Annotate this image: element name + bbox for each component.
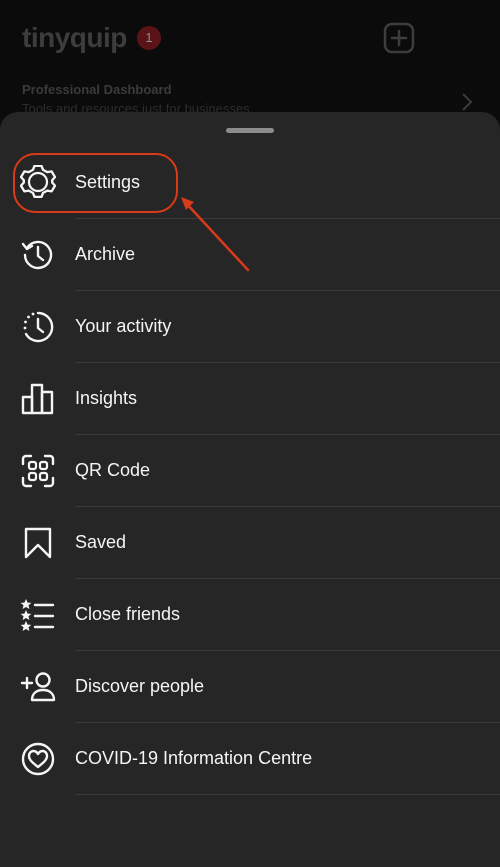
notification-badge[interactable]: 1 xyxy=(137,26,161,50)
menu-item-saved[interactable]: Saved xyxy=(0,507,500,579)
settings-highlight-outline xyxy=(13,153,178,213)
menu-item-insights[interactable]: Insights xyxy=(0,363,500,435)
menu-item-discover-people[interactable]: Discover people xyxy=(0,651,500,723)
screen: tinyquip 1 Professional Dashboard Tools … xyxy=(0,0,500,867)
menu-item-label: COVID-19 Information Centre xyxy=(75,748,313,768)
chevron-right-icon xyxy=(462,93,473,111)
menu-item-label: QR Code xyxy=(75,460,151,480)
menu-item-label: Insights xyxy=(75,388,138,408)
menu-item-covid-19-information-centre[interactable]: COVID-19 Information Centre xyxy=(0,723,500,795)
professional-dashboard-link[interactable]: Professional Dashboard Tools and resourc… xyxy=(22,82,462,116)
menu-item-qr-code[interactable]: QR Code xyxy=(0,435,500,507)
annotation-arrow-icon xyxy=(181,197,250,272)
professional-dashboard-title: Professional Dashboard xyxy=(22,82,172,97)
hamburger-menu-icon[interactable] xyxy=(447,35,500,67)
qr-code-icon xyxy=(21,454,55,488)
menu-item-label: Discover people xyxy=(75,676,205,696)
menu-item-label: Close friends xyxy=(75,604,181,624)
menu-item-label: Saved xyxy=(75,532,127,552)
archive-clock-icon xyxy=(21,240,53,270)
menu-item-close-friends[interactable]: Close friends xyxy=(0,579,500,651)
heart-circle-icon xyxy=(21,742,55,776)
menu-item-label: Your activity xyxy=(75,316,172,336)
activity-clock-icon xyxy=(23,311,54,343)
brand-name[interactable]: tinyquip xyxy=(22,22,127,54)
create-post-icon[interactable] xyxy=(383,22,415,54)
close-friends-list-icon xyxy=(20,599,55,631)
sheet-grabber-handle[interactable] xyxy=(226,128,274,133)
menu-item-your-activity[interactable]: Your activity xyxy=(0,291,500,363)
profile-header: tinyquip 1 xyxy=(0,0,500,80)
divider xyxy=(75,794,500,795)
add-person-icon xyxy=(20,672,56,702)
menu-item-label: Archive xyxy=(75,244,136,264)
insights-bar-chart-icon xyxy=(21,383,54,415)
bookmark-icon xyxy=(24,527,52,559)
